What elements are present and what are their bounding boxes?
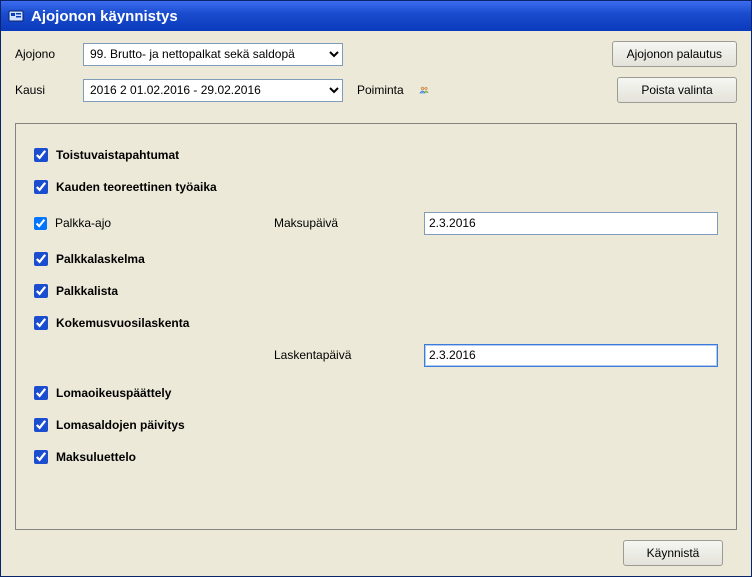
checkbox-palkkalaskelma[interactable]	[34, 252, 48, 266]
label-lomaoikeuspaattely: Lomaoikeuspäättely	[56, 386, 171, 400]
top-form: Ajojono 99. Brutto- ja nettopalkat sekä …	[1, 31, 751, 123]
maksupaiva-label: Maksupäivä	[274, 216, 338, 230]
label-maksuluettelo: Maksuluettelo	[56, 450, 136, 464]
poiminta-button[interactable]	[412, 79, 436, 101]
checkbox-palkkalista[interactable]	[34, 284, 48, 298]
laskentapaiva-label: Laskentapäivä	[274, 348, 351, 362]
checkbox-maksuluettelo[interactable]	[34, 450, 48, 464]
checkbox-lomasaldojen-paivitys[interactable]	[34, 418, 48, 432]
checkbox-kokemusvuosilaskenta[interactable]	[34, 316, 48, 330]
window-title: Ajojonon käynnistys	[31, 8, 178, 25]
poiminta-label: Poiminta	[357, 83, 404, 97]
laskentapaiva-input[interactable]	[424, 344, 718, 367]
checkbox-palkka-ajo[interactable]	[34, 217, 47, 230]
label-kokemusvuosilaskenta: Kokemusvuosilaskenta	[56, 316, 189, 330]
label-kauden-teoreettinen: Kauden teoreettinen työaika	[56, 180, 217, 194]
dialog-window: Ajojonon käynnistys Ajojono 99. Brutto- …	[0, 0, 752, 577]
kausi-label: Kausi	[15, 83, 83, 97]
label-toistuvaistapahtumat: Toistuvaistapahtumat	[56, 148, 179, 162]
clear-selection-button[interactable]: Poista valinta	[617, 77, 737, 103]
checkbox-kauden-teoreettinen[interactable]	[34, 180, 48, 194]
bottom-bar: Käynnistä	[15, 530, 737, 576]
run-button[interactable]: Käynnistä	[623, 540, 723, 566]
people-picker-icon	[419, 81, 429, 99]
ajojono-label: Ajojono	[15, 47, 83, 61]
kausi-select[interactable]: 2016 2 01.02.2016 - 29.02.2016	[83, 79, 343, 102]
checkbox-toistuvaistapahtumat[interactable]	[34, 148, 48, 162]
label-palkkalista: Palkkalista	[56, 284, 118, 298]
titlebar: Ajojonon käynnistys	[1, 1, 751, 31]
restore-queue-button[interactable]: Ajojonon palautus	[612, 41, 737, 67]
checkbox-lomaoikeuspaattely[interactable]	[34, 386, 48, 400]
app-icon	[7, 7, 25, 25]
maksupaiva-input[interactable]	[424, 212, 718, 235]
label-palkkalaskelma: Palkkalaskelma	[56, 252, 145, 266]
options-panel: Toistuvaistapahtumat Kauden teoreettinen…	[15, 123, 737, 530]
label-palkka-ajo: Palkka-ajo	[55, 216, 111, 230]
label-lomasaldojen-paivitys: Lomasaldojen päivitys	[56, 418, 185, 432]
ajojono-select[interactable]: 99. Brutto- ja nettopalkat sekä saldopä	[83, 43, 343, 66]
